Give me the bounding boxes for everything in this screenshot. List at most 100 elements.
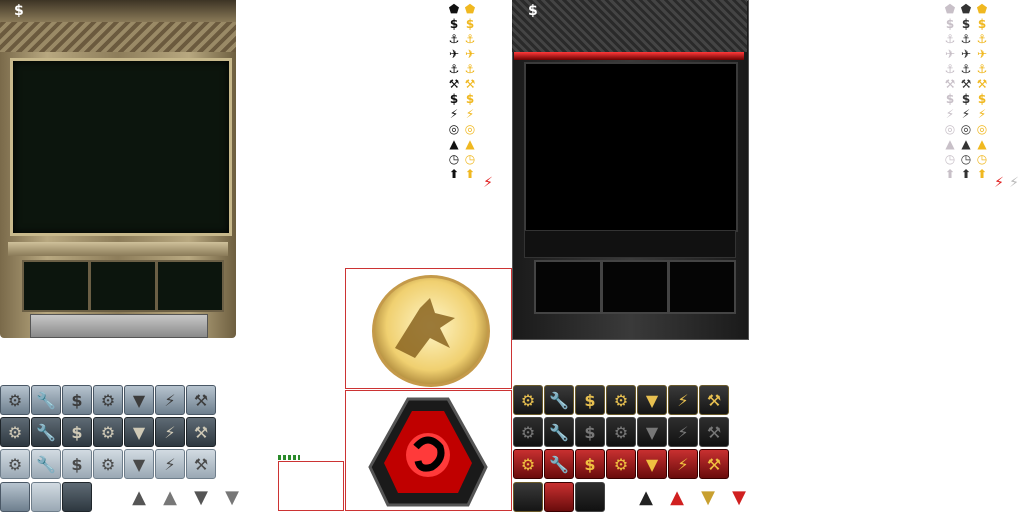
nod-command-button[interactable]: ⚡ bbox=[668, 385, 698, 415]
nod-command-button[interactable]: ⚒ bbox=[699, 449, 729, 479]
gdi-scroll-arrow[interactable]: ▲ bbox=[125, 486, 153, 508]
nod-command-button[interactable]: ▼ bbox=[637, 449, 667, 479]
sidebar-glyph-icon: ⬟ bbox=[976, 2, 988, 16]
nod-command-button[interactable]: ⚙ bbox=[606, 417, 636, 447]
nod-command-button[interactable]: ⚒ bbox=[699, 385, 729, 415]
nod-scroll-arrow[interactable]: ▲ bbox=[632, 486, 660, 508]
gdi-command-button[interactable]: ⚙ bbox=[0, 449, 30, 479]
gdi-command-button[interactable]: ⚒ bbox=[186, 417, 216, 447]
gdi-blank-button[interactable] bbox=[62, 482, 92, 512]
gdi-command-button[interactable]: ⚡ bbox=[155, 417, 185, 447]
gdi-bottom-plate bbox=[30, 314, 208, 338]
nod-command-button[interactable]: 🔧 bbox=[544, 449, 574, 479]
nod-command-button[interactable]: ⚡ bbox=[668, 417, 698, 447]
gdi-command-button[interactable]: $ bbox=[62, 417, 92, 447]
sidebar-glyph-icon: ⚒ bbox=[448, 77, 460, 91]
sidebar-glyph-icon: ⚒ bbox=[960, 77, 972, 91]
gdi-command-button[interactable]: ⚙ bbox=[93, 449, 123, 479]
sidebar-glyph-icon: ⚓ bbox=[960, 32, 972, 46]
gdi-command-button[interactable]: ⚙ bbox=[93, 417, 123, 447]
nod-build-slot[interactable] bbox=[668, 260, 736, 314]
gdi-blank-button[interactable] bbox=[0, 482, 30, 512]
nod-command-button[interactable]: $ bbox=[575, 449, 605, 479]
nod-build-slot[interactable] bbox=[601, 260, 669, 314]
gdi-command-button[interactable]: ⚙ bbox=[0, 385, 30, 415]
sidebar-glyph-icon: ⚓ bbox=[976, 32, 988, 46]
empty-preview-box bbox=[278, 461, 344, 511]
nod-command-button[interactable]: ▼ bbox=[637, 385, 667, 415]
gdi-command-button[interactable]: ⚡ bbox=[155, 449, 185, 479]
sidebar-glyph-icon: ◎ bbox=[448, 122, 460, 136]
sidebar-glyph-icon: ⬆ bbox=[448, 167, 460, 181]
nod-scroll-arrow[interactable]: ▲ bbox=[663, 486, 691, 508]
gdi-command-button[interactable]: ▼ bbox=[124, 385, 154, 415]
nod-command-button[interactable]: 🔧 bbox=[544, 385, 574, 415]
nod-info-panel bbox=[524, 230, 736, 258]
black-icon-column: ⬟ $ ⚓ ✈ ⚓ ⚒ $ ⚡ ◎ ▲ ◷ ⬆ bbox=[446, 2, 462, 182]
sidebar-glyph-icon: ◷ bbox=[960, 152, 972, 166]
nod-command-button[interactable]: ⚙ bbox=[513, 385, 543, 415]
gdi-command-button[interactable]: ⚙ bbox=[93, 385, 123, 415]
sidebar-glyph-icon: $ bbox=[449, 17, 459, 31]
nod-command-button[interactable]: ⚙ bbox=[606, 449, 636, 479]
sidebar-glyph-icon: $ bbox=[945, 92, 955, 106]
sidebar-glyph-icon: ◎ bbox=[464, 122, 476, 136]
sidebar-glyph-icon: ⬟ bbox=[960, 2, 972, 16]
nod-blank-button[interactable] bbox=[513, 482, 543, 512]
nod-command-button[interactable]: ⚡ bbox=[668, 449, 698, 479]
sidebar-glyph-icon: ⬆ bbox=[976, 167, 988, 181]
sidebar-glyph-icon: ✈ bbox=[448, 47, 460, 61]
nod-command-button[interactable]: ⚙ bbox=[513, 449, 543, 479]
sidebar-glyph-icon: ✈ bbox=[944, 47, 956, 61]
gdi-command-button[interactable]: ⚒ bbox=[186, 449, 216, 479]
gdi-build-slot[interactable] bbox=[22, 260, 90, 312]
gdi-blank-button[interactable] bbox=[31, 482, 61, 512]
gdi-command-button[interactable]: 🔧 bbox=[31, 449, 61, 479]
nod-scroll-arrow[interactable]: ▼ bbox=[725, 486, 753, 508]
nod-command-button[interactable]: 🔧 bbox=[544, 417, 574, 447]
gold-icon-column: ⬟ $ ⚓ ✈ ⚓ ⚒ $ ⚡ ◎ ▲ ◷ ⬆ bbox=[974, 2, 990, 182]
gdi-command-button[interactable]: ⚡ bbox=[155, 385, 185, 415]
gold-icon-column: ⬟ $ ⚓ ✈ ⚓ ⚒ $ ⚡ ◎ ▲ ◷ ⬆ bbox=[462, 2, 478, 182]
nod-blank-button[interactable] bbox=[544, 482, 574, 512]
sidebar-glyph-icon: ⚒ bbox=[976, 77, 988, 91]
power-icon-red: ⚡ bbox=[483, 175, 493, 191]
sidebar-glyph-icon: ▲ bbox=[961, 137, 971, 151]
nod-blank-button[interactable] bbox=[575, 482, 605, 512]
nod-build-slot[interactable] bbox=[534, 260, 602, 314]
gdi-scroll-arrow[interactable]: ▼ bbox=[187, 486, 215, 508]
sidebar-glyph-icon: ⚓ bbox=[448, 62, 460, 76]
gdi-command-button[interactable]: ⚒ bbox=[186, 385, 216, 415]
nod-command-button[interactable]: $ bbox=[575, 417, 605, 447]
sidebar-glyph-icon: ⚓ bbox=[944, 62, 956, 76]
sidebar-glyph-icon: ⚡ bbox=[465, 107, 475, 121]
gdi-scroll-arrow[interactable]: ▼ bbox=[218, 486, 246, 508]
gdi-scroll-arrow[interactable]: ▲ bbox=[156, 486, 184, 508]
gdi-build-slot[interactable] bbox=[89, 260, 157, 312]
gdi-command-button[interactable]: 🔧 bbox=[31, 385, 61, 415]
gdi-command-button[interactable]: $ bbox=[62, 385, 92, 415]
gdi-radar-screen bbox=[10, 58, 232, 236]
sidebar-glyph-icon: ⚒ bbox=[464, 77, 476, 91]
sidebar-glyph-icon: $ bbox=[977, 17, 987, 31]
nod-scroll-arrow[interactable]: ▼ bbox=[694, 486, 722, 508]
nod-command-button[interactable]: ⚙ bbox=[513, 417, 543, 447]
gdi-command-button[interactable]: ⚙ bbox=[0, 417, 30, 447]
eagle-icon bbox=[395, 298, 455, 358]
small-indicator-strip bbox=[278, 455, 300, 460]
sidebar-glyph-icon: ⚡ bbox=[449, 107, 459, 121]
gdi-command-button[interactable]: $ bbox=[62, 449, 92, 479]
gdi-command-button[interactable]: ▼ bbox=[124, 449, 154, 479]
nod-command-button[interactable]: ⚒ bbox=[699, 417, 729, 447]
light-icon-column: ⬟ $ ⚓ ✈ ⚓ ⚒ $ ⚡ ◎ ▲ ◷ ⬆ bbox=[942, 2, 958, 182]
nod-command-button[interactable]: ⚙ bbox=[606, 385, 636, 415]
sidebar-glyph-icon: ◎ bbox=[960, 122, 972, 136]
sidebar-glyph-icon: ▲ bbox=[465, 137, 475, 151]
gdi-build-slot[interactable] bbox=[156, 260, 224, 312]
gdi-command-button[interactable]: 🔧 bbox=[31, 417, 61, 447]
gdi-command-button[interactable]: ▼ bbox=[124, 417, 154, 447]
power-icon-red: ⚡ bbox=[994, 175, 1004, 191]
nod-command-button[interactable]: $ bbox=[575, 385, 605, 415]
nod-command-button[interactable]: ▼ bbox=[637, 417, 667, 447]
sidebar-glyph-icon: $ bbox=[465, 17, 475, 31]
